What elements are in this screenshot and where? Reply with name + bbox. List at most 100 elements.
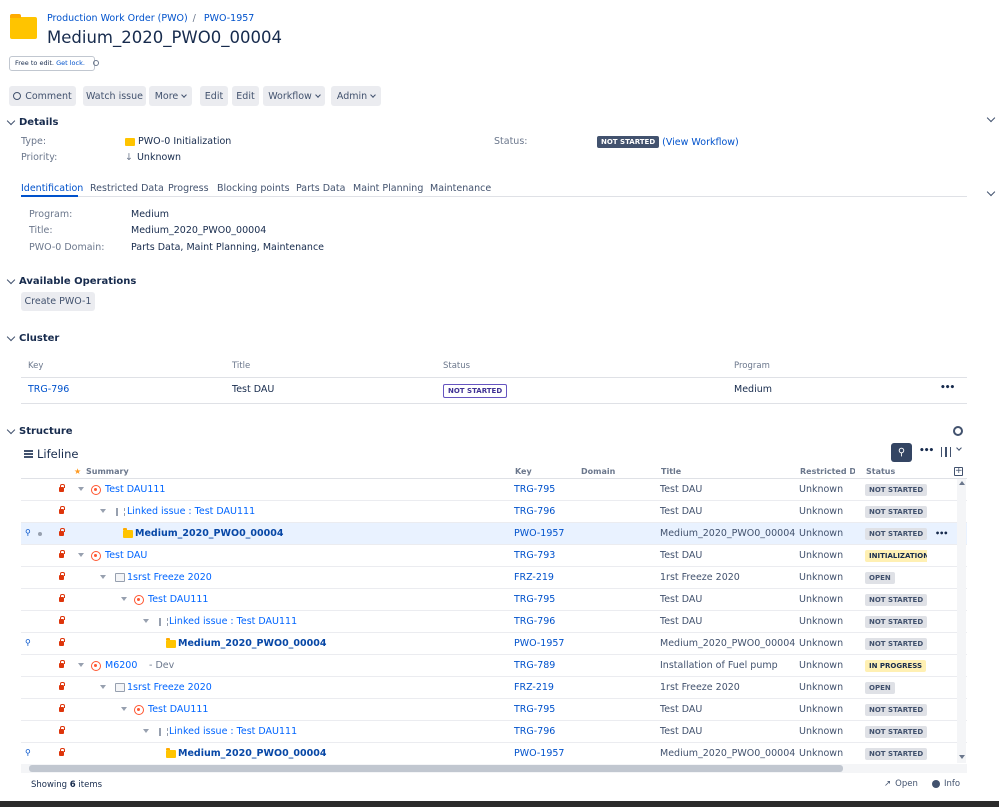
vertical-scrollbar[interactable] — [957, 479, 966, 763]
scroll-down-arrow[interactable] — [959, 755, 965, 759]
view-workflow-link[interactable]: (View Workflow) — [662, 137, 739, 148]
expand-caret-icon[interactable] — [143, 619, 149, 623]
header-title[interactable]: Title — [661, 467, 681, 476]
admin-button[interactable]: Admin — [331, 86, 381, 106]
tab-identification[interactable]: Identification — [21, 183, 83, 194]
structure-row[interactable]: ⚲ Medium_2020_PWO0_00004 PWO-1957 Medium_20… — [21, 743, 967, 765]
structure-row[interactable]: ⚲ Medium_2020_PWO0_00004 PWO-1957 Medium_20… — [21, 633, 967, 655]
row-summary-link[interactable]: 1srst Freeze 2020 — [127, 677, 212, 699]
edit-button[interactable]: Edit — [200, 86, 228, 106]
columns-icon[interactable] — [941, 447, 951, 457]
help-icon[interactable] — [93, 60, 99, 66]
more-button[interactable]: More — [149, 86, 192, 106]
expand-caret-icon[interactable] — [100, 685, 106, 689]
gear-icon[interactable] — [953, 426, 963, 436]
row-key-link[interactable]: TRG-796 — [514, 611, 555, 633]
tab-restricted-data[interactable]: Restricted Data — [90, 183, 164, 194]
expand-caret-icon[interactable] — [78, 663, 84, 667]
header-domain[interactable]: Domain — [581, 467, 615, 476]
scroll-up-arrow[interactable] — [959, 481, 965, 485]
expand-caret-icon[interactable] — [78, 487, 84, 491]
row-summary-link[interactable]: Medium_2020_PWO0_00004 — [178, 633, 326, 655]
expand-caret-icon[interactable] — [100, 509, 106, 513]
structure-row[interactable]: Test DAU TRG-793 Test DAU Unknown INITIALIZA… — [21, 545, 967, 567]
expand-caret-icon[interactable] — [100, 575, 106, 579]
add-column-icon[interactable]: + — [954, 467, 963, 476]
row-summary-link[interactable]: 1srst Freeze 2020 — [127, 567, 212, 589]
operations-section-toggle[interactable]: Available Operations — [6, 275, 136, 287]
horizontal-scrollbar[interactable] — [21, 764, 967, 773]
collapse-chevron-icon[interactable] — [986, 113, 996, 123]
edit-button-2[interactable]: Edit — [232, 86, 259, 106]
row-key-link[interactable]: TRG-795 — [514, 589, 555, 611]
chevron-down-icon[interactable] — [956, 445, 962, 451]
workflow-button[interactable]: Workflow — [263, 86, 325, 106]
row-key-link[interactable]: FRZ-219 — [514, 567, 554, 589]
tab-maint-planning[interactable]: Maint Planning — [353, 183, 423, 194]
row-key-link[interactable]: TRG-795 — [514, 479, 555, 501]
tab-maintenance[interactable]: Maintenance — [430, 183, 491, 194]
collapse-chevron-icon[interactable] — [986, 187, 996, 197]
header-restricted-data[interactable]: Restricted Data — [800, 467, 855, 476]
cluster-section-toggle[interactable]: Cluster — [6, 332, 59, 344]
header-status[interactable]: Status — [866, 467, 895, 476]
open-button[interactable]: ↗ Open — [884, 779, 918, 789]
row-key-link[interactable]: PWO-1957 — [514, 523, 564, 545]
structure-row[interactable]: Test DAU111 TRG-795 Test DAU Unknown NOT STA… — [21, 479, 967, 501]
row-key-link[interactable]: TRG-795 — [514, 699, 555, 721]
row-key-link[interactable]: TRG-796 — [514, 721, 555, 743]
comment-button[interactable]: Comment — [9, 86, 76, 106]
tab-progress[interactable]: Progress — [168, 183, 209, 194]
expand-caret-icon[interactable] — [121, 597, 127, 601]
expand-caret-icon[interactable] — [78, 553, 84, 557]
row-summary-link[interactable]: Linked issue : Test DAU111 — [169, 721, 297, 743]
horizontal-scroll-thumb[interactable] — [29, 765, 843, 772]
header-key[interactable]: Key — [515, 467, 532, 476]
pin-button[interactable]: ⚲ — [891, 443, 912, 462]
structure-row[interactable]: Linked issue : Test DAU111 TRG-796 Test DA… — [21, 611, 967, 633]
structure-row[interactable]: 1srst Freeze 2020 FRZ-219 1rst Freeze 2020… — [21, 677, 967, 699]
structure-section-toggle[interactable]: Structure — [6, 425, 73, 437]
create-pwo1-button[interactable]: Create PWO-1 — [21, 292, 95, 311]
pinned-icon[interactable]: ⚲ — [25, 638, 31, 647]
row-summary-link[interactable]: Linked issue : Test DAU111 — [169, 611, 297, 633]
row-summary-link[interactable]: Test DAU111 — [105, 479, 165, 501]
watch-issue-button[interactable]: Watch issue — [83, 86, 146, 106]
cluster-row-menu-button[interactable]: ••• — [940, 383, 955, 393]
structure-row[interactable]: 1srst Freeze 2020 FRZ-219 1rst Freeze 2020… — [21, 567, 967, 589]
row-summary-link[interactable]: Linked issue : Test DAU111 — [127, 501, 255, 523]
breadcrumb-project-link[interactable]: Production Work Order (PWO) — [47, 13, 188, 24]
structure-row[interactable]: ⚲ Medium_2020_PWO0_00004 PWO-1957 Medium_20… — [21, 523, 967, 545]
pinned-icon[interactable]: ⚲ — [25, 748, 31, 757]
row-key-link[interactable]: PWO-1957 — [514, 743, 564, 765]
row-key-link[interactable]: TRG-793 — [514, 545, 555, 567]
tab-blocking-points[interactable]: Blocking points — [217, 183, 290, 194]
structure-row[interactable]: Linked issue : Test DAU111 TRG-796 Test DA… — [21, 721, 967, 743]
row-summary-link[interactable]: Test DAU111 — [148, 699, 208, 721]
info-button[interactable]: Info — [932, 779, 960, 789]
expand-caret-icon[interactable] — [121, 707, 127, 711]
row-summary-link[interactable]: Test DAU111 — [148, 589, 208, 611]
row-key-link[interactable]: TRG-789 — [514, 655, 555, 677]
row-key-link[interactable]: FRZ-219 — [514, 677, 554, 699]
cluster-key-link[interactable]: TRG-796 — [28, 384, 69, 395]
row-summary-link[interactable]: Medium_2020_PWO0_00004 — [178, 743, 326, 765]
expand-caret-icon[interactable] — [143, 729, 149, 733]
structure-row[interactable]: Test DAU111 TRG-795 Test DAU Unknown NOT STA… — [21, 699, 967, 721]
structure-row[interactable]: M6200 - Dev TRG-789 Installation of Fuel pu… — [21, 655, 967, 677]
more-options-icon[interactable]: ••• — [919, 446, 934, 456]
row-key-link[interactable]: TRG-796 — [514, 501, 555, 523]
structure-row[interactable]: Test DAU111 TRG-795 Test DAU Unknown NOT STA… — [21, 589, 967, 611]
header-summary[interactable]: Summary — [86, 467, 129, 476]
tab-parts-data[interactable]: Parts Data — [296, 183, 345, 194]
get-lock-link[interactable]: Get lock. — [56, 59, 85, 67]
row-key-link[interactable]: PWO-1957 — [514, 633, 564, 655]
row-summary-link[interactable]: Medium_2020_PWO0_00004 — [135, 523, 283, 545]
structure-row[interactable]: Linked issue : Test DAU111 TRG-796 Test DA… — [21, 501, 967, 523]
row-summary-link[interactable]: Test DAU — [105, 545, 147, 567]
pinned-icon[interactable]: ⚲ — [25, 528, 31, 537]
row-menu-button[interactable]: ••• — [935, 523, 948, 545]
row-summary-link[interactable]: M6200 — [105, 655, 137, 677]
breadcrumb-issue-link[interactable]: PWO-1957 — [204, 13, 254, 24]
details-section-toggle[interactable]: Details — [6, 116, 58, 128]
